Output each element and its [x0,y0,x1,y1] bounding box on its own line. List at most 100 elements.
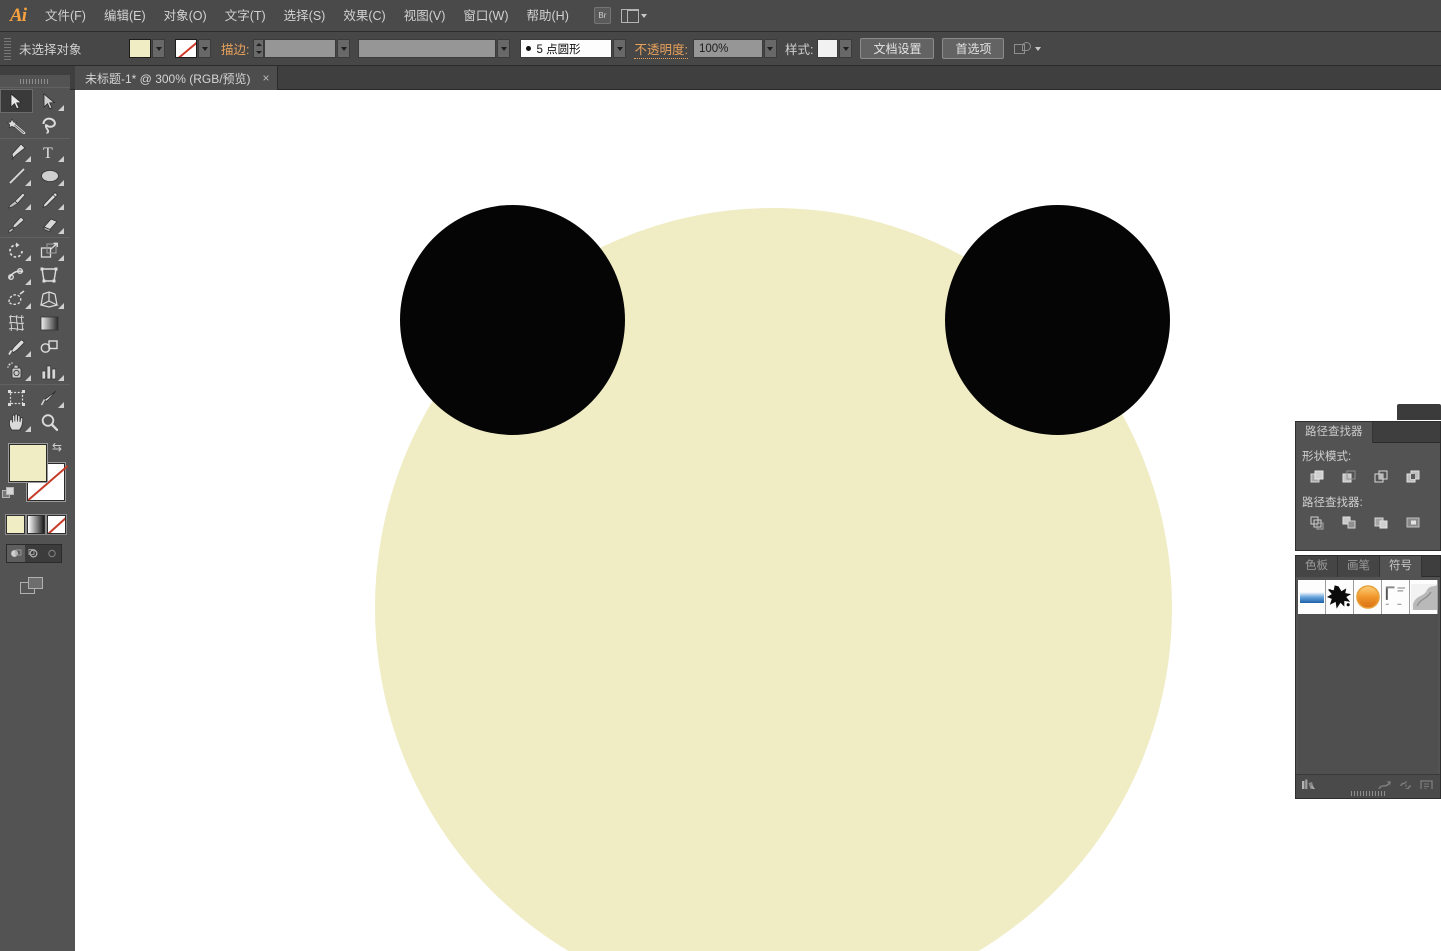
blend-tool[interactable] [33,335,66,359]
menu-type[interactable]: 文字(T) [216,0,275,32]
lasso-tool[interactable] [33,113,66,137]
default-fill-stroke-icon[interactable] [2,487,16,501]
stroke-weight-stepper[interactable] [253,39,264,58]
panel-resize-gripper[interactable] [1295,789,1441,799]
draw-inside-mode-button[interactable] [43,545,61,562]
direct-selection-tool[interactable] [33,89,66,113]
eyedropper-tool[interactable] [0,335,33,359]
close-icon[interactable]: × [263,71,270,85]
change-screen-mode-button[interactable] [20,577,50,599]
workspace-switcher-button[interactable] [621,9,647,23]
color-mode-flat-button[interactable] [6,515,25,534]
stroke-profile-dropdown[interactable] [497,39,510,58]
pen-tool[interactable] [0,140,33,164]
stroke-weight-dropdown[interactable] [337,39,350,58]
fill-indicator-swatch[interactable] [9,444,47,482]
symbol-black-splat[interactable] [1326,580,1354,614]
fill-color-dropdown[interactable] [152,39,165,58]
swap-fill-stroke-icon[interactable]: ⇆ [52,441,65,454]
draw-behind-mode-button[interactable] [25,545,43,562]
blob-brush-tool[interactable] [0,212,33,236]
document-tab[interactable]: 未标题-1* @ 300% (RGB/预览) × [75,66,278,90]
eraser-tool[interactable] [33,212,66,236]
artboard-canvas[interactable] [75,90,1441,951]
artboard-tool[interactable] [0,386,33,410]
control-bar-gripper[interactable] [4,38,11,60]
paintbrush-tool[interactable] [0,188,33,212]
hand-tool[interactable] [0,410,33,434]
stroke-label[interactable]: 描边: [221,39,249,58]
go-to-bridge-icon[interactable]: Br [594,7,611,24]
color-mode-gradient-button[interactable] [27,515,46,534]
menu-window[interactable]: 窗口(W) [454,0,517,32]
tab-pathfinder[interactable]: 路径查找器 [1296,422,1373,443]
symbol-blue-gradient[interactable] [1298,580,1326,614]
tab-brushes[interactable]: 画笔 [1338,556,1380,577]
tool-group-view [0,384,70,435]
opacity-field[interactable]: 100% [693,39,763,58]
rotate-tool[interactable] [0,239,33,263]
menu-select[interactable]: 选择(S) [275,0,335,32]
graphic-style-dropdown[interactable] [839,39,852,58]
symbol-sprayer-tool[interactable] [0,359,33,383]
left-ear-ellipse[interactable] [400,205,625,435]
crop-button[interactable] [1398,513,1428,533]
type-tool[interactable]: T [33,140,66,164]
symbols-panel-body[interactable] [1298,614,1438,774]
unite-button[interactable] [1302,467,1332,487]
app-logo: Ai [0,0,36,32]
menu-view[interactable]: 视图(V) [395,0,455,32]
menu-object[interactable]: 对象(O) [155,0,216,32]
stroke-weight-field[interactable] [264,39,336,58]
brush-definition-field[interactable]: 5 点圆形 [520,39,612,58]
symbol-orange-circle[interactable] [1354,580,1382,614]
right-ear-ellipse[interactable] [945,205,1170,435]
column-graph-tool[interactable] [33,359,66,383]
stroke-color-swatch[interactable] [175,39,197,58]
opacity-label[interactable]: 不透明度: [634,39,687,59]
zoom-tool[interactable] [33,410,66,434]
tab-symbols[interactable]: 符号 [1380,556,1422,577]
menu-file[interactable]: 文件(F) [36,0,95,32]
gradient-tool[interactable] [33,311,66,335]
graphic-style-swatch[interactable] [817,39,838,58]
symbol-grey-shape[interactable] [1410,580,1438,614]
opacity-dropdown[interactable] [764,39,777,58]
stroke-color-dropdown[interactable] [198,39,211,58]
color-mode-none-button[interactable] [47,515,66,534]
width-tool[interactable] [0,263,33,287]
tab-swatches[interactable]: 色板 [1296,556,1338,577]
pencil-tool[interactable] [33,188,66,212]
scale-tool[interactable] [33,239,66,263]
intersect-button[interactable] [1366,467,1396,487]
fill-color-swatch[interactable] [129,39,151,58]
merge-button[interactable] [1366,513,1396,533]
magic-wand-tool[interactable] [0,113,33,137]
draw-normal-mode-button[interactable] [7,545,25,562]
tools-panel-gripper[interactable] [0,75,70,87]
slice-tool[interactable] [33,386,66,410]
minus-front-button[interactable] [1334,467,1364,487]
symbol-newspaper[interactable] [1382,580,1410,614]
mesh-tool[interactable] [0,311,33,335]
exclude-button[interactable] [1398,467,1428,487]
shape-builder-tool[interactable] [0,287,33,311]
trim-button[interactable] [1334,513,1364,533]
chevron-down-icon[interactable] [1035,47,1041,51]
menu-help[interactable]: 帮助(H) [518,0,578,32]
menu-bar: Ai 文件(F) 编辑(E) 对象(O) 文字(T) 选择(S) 效果(C) 视… [0,0,1441,32]
collapsed-panel-tab[interactable] [1397,404,1441,420]
selection-tool[interactable] [0,89,33,113]
brush-definition-dropdown[interactable] [613,39,626,58]
divide-button[interactable] [1302,513,1332,533]
menu-effect[interactable]: 效果(C) [334,0,394,32]
stroke-profile-field[interactable] [358,39,496,58]
perspective-grid-tool[interactable] [33,287,66,311]
line-segment-tool[interactable] [0,164,33,188]
anchor-point-icon[interactable] [1014,42,1030,55]
ellipse-tool[interactable] [33,164,66,188]
menu-edit[interactable]: 编辑(E) [95,0,155,32]
document-setup-button[interactable]: 文档设置 [860,38,934,59]
free-transform-tool[interactable] [33,263,66,287]
preferences-button[interactable]: 首选项 [942,38,1004,59]
